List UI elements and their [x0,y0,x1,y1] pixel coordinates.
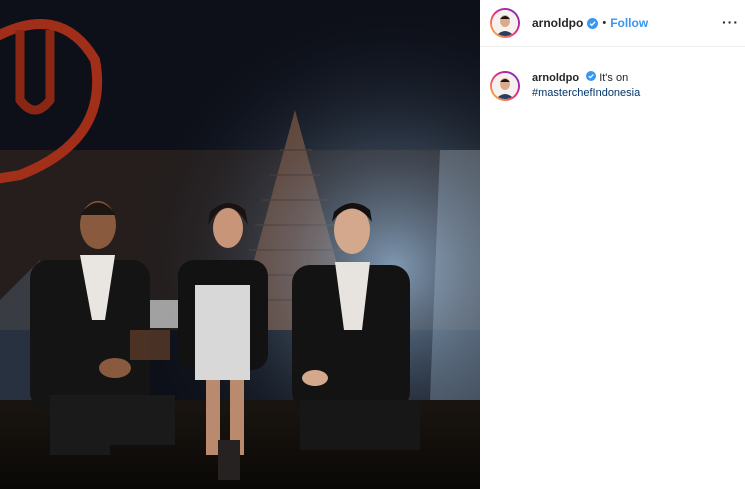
judges-on-stage-image [0,0,480,489]
follow-button[interactable]: Follow [610,16,648,30]
profile-picture-icon [492,10,518,36]
separator-dot: • [602,17,607,29]
profile-picture-icon [492,73,518,99]
caption-avatar[interactable] [490,71,520,101]
post-photo[interactable] [0,0,480,489]
post-side-panel: arnoldpo • Follow ··· arnoldpo It's on #… [480,0,745,489]
caption-text-block: arnoldpo It's on #masterchefIndonesia [532,71,640,101]
verified-badge-icon [586,71,597,81]
more-options-icon[interactable]: ··· [722,14,739,30]
caption-comment: arnoldpo It's on #masterchefIndonesia [480,47,745,101]
caption-hashtag[interactable]: #masterchefIndonesia [532,87,640,99]
post-header: arnoldpo • Follow ··· [480,0,745,47]
post-username[interactable]: arnoldpo [532,16,583,30]
caption-text: It's on [599,72,629,84]
verified-badge-icon [587,17,599,29]
caption-username[interactable]: arnoldpo [532,72,579,84]
avatar[interactable] [490,8,520,38]
